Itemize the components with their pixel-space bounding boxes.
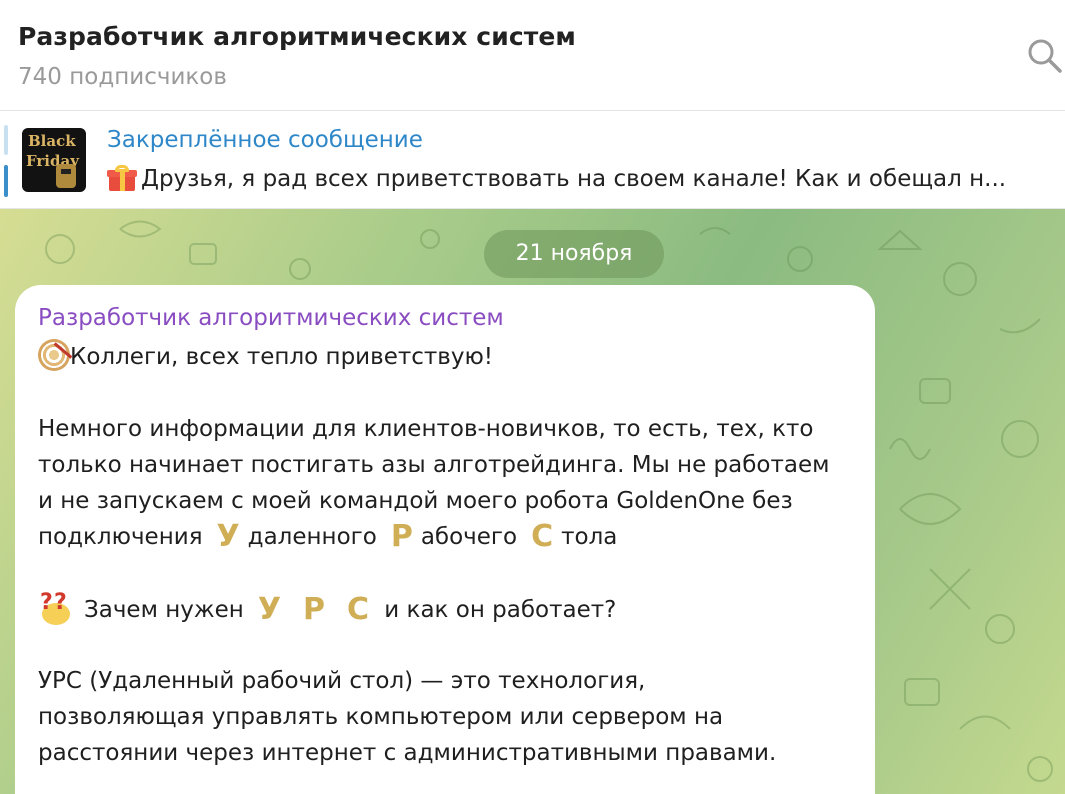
text-segment: даленного (247, 524, 377, 550)
gift-icon (107, 165, 137, 191)
message-body: Коллеги, всех тепло приветствую! Немного… (38, 339, 858, 771)
urs-definition-line: подключения Удаленного Рабочего Стола (38, 519, 858, 555)
text-segment: абочего (420, 524, 518, 550)
pinned-indicator (4, 125, 8, 197)
thumbnail-text-black: Black (28, 132, 76, 150)
pinned-preview: Друзья, я рад всех приветствовать на сво… (107, 165, 1047, 192)
gold-letter-s: С (346, 592, 369, 627)
pinned-message-bar[interactable]: Black Friday Закреплённое сообщение Друз… (0, 111, 1065, 209)
text-segment: тола (561, 524, 618, 550)
subscriber-count: 740 подписчиков (18, 64, 227, 90)
gold-letter-s: С (531, 519, 554, 554)
search-icon[interactable] (1027, 38, 1063, 74)
channel-header: Разработчик алгоритмических систем 740 п… (0, 0, 1065, 111)
gold-letter-u: У (257, 592, 281, 627)
chat-area[interactable]: 21 ноября Разработчик алгоритмических си… (0, 209, 1065, 794)
text-line: Немного информации для клиентов-новичков… (38, 416, 814, 442)
pinned-title: Закреплённое сообщение (107, 127, 423, 153)
greeting-text: Коллеги, всех тепло приветствую! (70, 344, 494, 370)
date-badge: 21 ноября (484, 230, 664, 278)
text-line: только начинает постигать азы алготрейди… (38, 452, 830, 478)
robot-icon (56, 164, 76, 188)
text-segment: Зачем нужен (84, 597, 244, 623)
text-segment: и как он работает? (384, 597, 617, 623)
gold-letter-u: У (216, 519, 240, 554)
pinned-thumbnail: Black Friday (22, 128, 86, 192)
message-bubble[interactable]: Разработчик алгоритмических систем Колле… (15, 285, 875, 794)
text-line: и не запускаем с моей командой моего роб… (38, 488, 793, 514)
text-line: позволяющая управлять компьютером или се… (38, 704, 724, 730)
gold-letter-r: Р (302, 592, 325, 627)
greeting-line: Коллеги, всех тепло приветствую! (38, 339, 858, 375)
text-line: расстоянии через интернет с администрати… (38, 740, 777, 766)
target-icon (38, 339, 70, 371)
text-segment: подключения (38, 524, 203, 550)
thinking-face-icon: ?? (38, 590, 74, 625)
gold-letter-r: Р (390, 519, 413, 554)
message-author[interactable]: Разработчик алгоритмических систем (38, 305, 504, 331)
channel-title[interactable]: Разработчик алгоритмических систем (18, 22, 576, 51)
text-line: УРС (Удаленный рабочий стол) — это техно… (38, 668, 646, 694)
pinned-preview-text: Друзья, я рад всех приветствовать на сво… (141, 166, 1007, 192)
question-line: ?? Зачем нужен У Р С и как он работает? (38, 590, 858, 627)
